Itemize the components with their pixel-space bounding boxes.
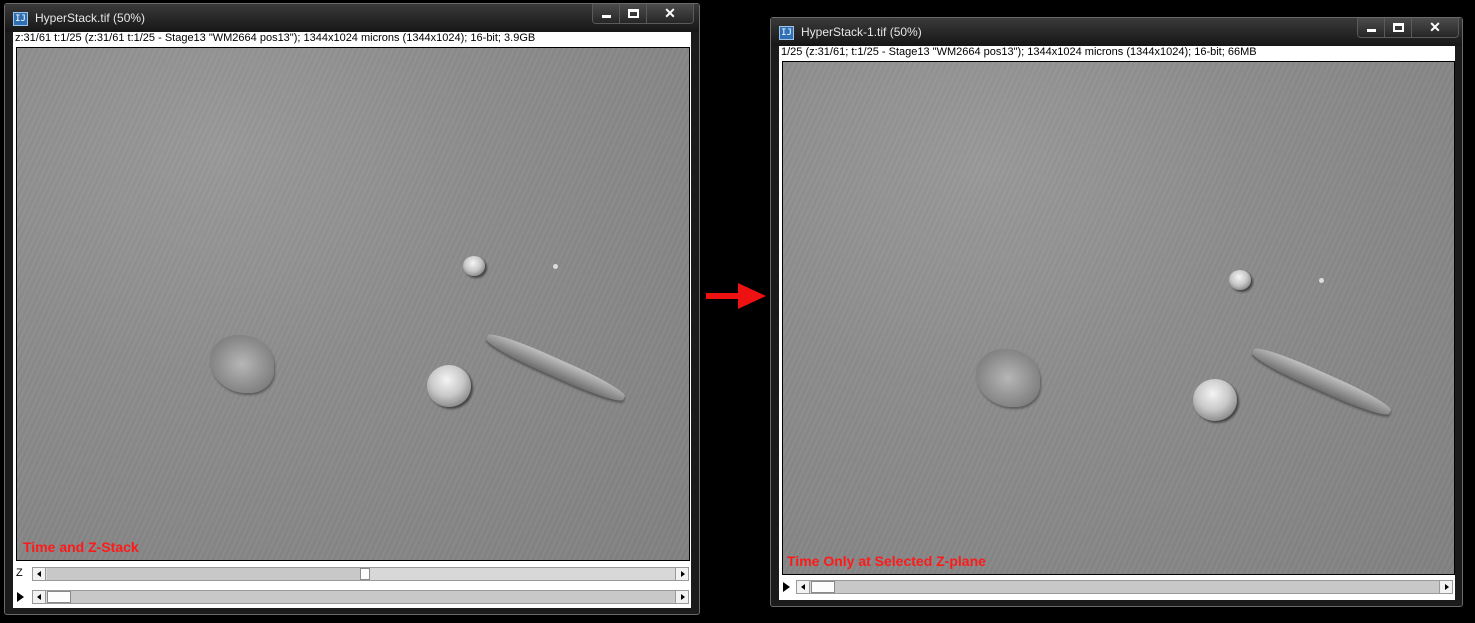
t-slider-thumb[interactable] — [47, 591, 71, 603]
window-hyperstack: IJ HyperStack.tif (50%) ✕ z:31/61 t:1/25… — [4, 3, 700, 615]
microscopy-image[interactable]: Time and Z-Stack — [16, 47, 690, 561]
z-slider-row: Z — [13, 565, 691, 583]
scroll-left-icon[interactable] — [33, 568, 46, 580]
minimize-button[interactable] — [593, 4, 620, 23]
close-icon: ✕ — [1429, 19, 1441, 35]
image-canvas-area: z:31/61 t:1/25 (z:31/61 t:1/25 - Stage13… — [13, 32, 691, 608]
cell-round-large — [1193, 379, 1237, 421]
minimize-button[interactable] — [1358, 18, 1385, 37]
z-scrollbar[interactable] — [32, 567, 689, 581]
debris-dot — [1319, 278, 1324, 283]
cell-round-large — [427, 365, 471, 407]
t-track — [835, 581, 1439, 593]
microscopy-image[interactable]: Time Only at Selected Z-plane — [782, 61, 1455, 575]
overlay-label: Time Only at Selected Z-plane — [787, 553, 986, 569]
maximize-button[interactable] — [620, 4, 647, 23]
maximize-icon — [1393, 23, 1404, 32]
z-slider-label: Z — [16, 567, 23, 579]
red-right-arrow — [706, 283, 766, 309]
caption-buttons: ✕ — [592, 4, 694, 24]
scroll-left-icon[interactable] — [797, 581, 810, 593]
cell-elongated — [1249, 342, 1394, 421]
cell-round-small — [1229, 270, 1251, 290]
maximize-button[interactable] — [1385, 18, 1412, 37]
window-hyperstack-1: IJ HyperStack-1.tif (50%) ✕ 1/25 (z:31/6… — [770, 17, 1463, 607]
cell-spread — [210, 335, 274, 393]
t-slider-row — [13, 588, 691, 606]
image-info-bar: z:31/61 t:1/25 (z:31/61 t:1/25 - Stage13… — [15, 32, 536, 44]
window-title: HyperStack.tif (50%) — [35, 11, 146, 25]
t-track — [71, 591, 675, 603]
scroll-right-icon[interactable] — [1439, 581, 1452, 593]
close-button[interactable]: ✕ — [647, 4, 693, 23]
t-scrollbar[interactable] — [796, 580, 1453, 594]
z-slider-thumb[interactable] — [360, 568, 370, 580]
imagej-icon: IJ — [779, 26, 794, 40]
window-title: HyperStack-1.tif (50%) — [801, 25, 922, 39]
title-bar[interactable]: IJ HyperStack.tif (50%) ✕ — [5, 4, 699, 32]
scroll-right-icon[interactable] — [675, 568, 688, 580]
cell-round-small — [463, 256, 485, 276]
image-info-bar: 1/25 (z:31/61; t:1/25 - Stage13 "WM2664 … — [781, 46, 1257, 58]
cell-elongated — [483, 328, 628, 407]
close-button[interactable]: ✕ — [1412, 18, 1458, 37]
minimize-icon — [1367, 29, 1376, 32]
imagej-icon: IJ — [13, 12, 28, 26]
image-canvas-area: 1/25 (z:31/61; t:1/25 - Stage13 "WM2664 … — [779, 46, 1455, 600]
caption-buttons: ✕ — [1357, 18, 1459, 38]
t-scrollbar[interactable] — [32, 590, 689, 604]
title-bar[interactable]: IJ HyperStack-1.tif (50%) ✕ — [771, 18, 1462, 46]
minimize-icon — [602, 15, 611, 18]
z-track-fill — [47, 568, 360, 580]
play-icon[interactable] — [17, 592, 24, 602]
debris-dot — [553, 264, 558, 269]
scroll-right-icon[interactable] — [675, 591, 688, 603]
overlay-label: Time and Z-Stack — [23, 539, 139, 555]
play-icon[interactable] — [783, 582, 790, 592]
close-icon: ✕ — [664, 5, 676, 21]
cell-spread — [976, 349, 1040, 407]
t-slider-row — [779, 578, 1455, 596]
scroll-left-icon[interactable] — [33, 591, 46, 603]
t-slider-thumb[interactable] — [811, 581, 835, 593]
maximize-icon — [628, 9, 639, 18]
